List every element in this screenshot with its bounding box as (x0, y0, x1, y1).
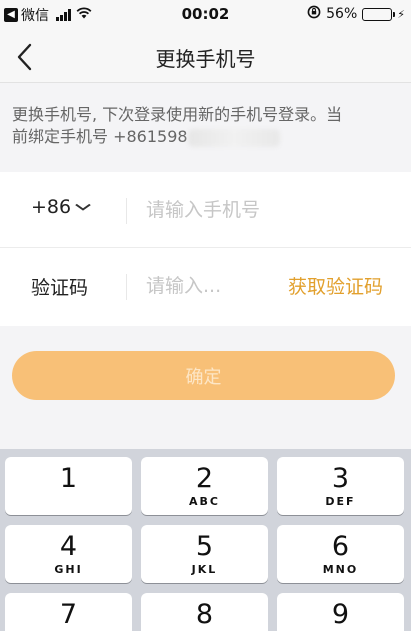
current-phone-prefix: 前绑定手机号 +861598 (12, 127, 188, 146)
key-letters: MNO (322, 563, 359, 576)
field-divider (126, 198, 127, 224)
key-8[interactable]: 8 (141, 593, 268, 631)
code-label: 验证码 (31, 277, 89, 299)
key-digit: 4 (59, 531, 78, 562)
battery-percent: 56% (326, 6, 358, 22)
country-code-select[interactable]: +86 (31, 196, 92, 218)
notice-line-2: 前绑定手机号 +861598 (12, 126, 402, 148)
country-code-value: +86 (31, 196, 72, 218)
key-7[interactable]: 7 (5, 593, 132, 631)
verification-code-input[interactable] (146, 270, 266, 302)
notice-text: 更换手机号, 下次登录使用新的手机号登录。当 前绑定手机号 +861598 (12, 104, 402, 148)
key-digit: 7 (59, 599, 78, 630)
phone-input[interactable] (146, 194, 376, 226)
masked-phone-digits (187, 128, 280, 147)
key-3[interactable]: 3 DEF (277, 457, 404, 515)
code-row: 验证码 获取验证码 (0, 248, 411, 326)
key-letters: DEF (325, 495, 356, 508)
notice-line-1: 更换手机号, 下次登录使用新的手机号登录。当 (12, 105, 343, 124)
key-letters: ABC (189, 495, 220, 508)
key-digit: 5 (195, 531, 214, 562)
phone-row: +86 (0, 172, 411, 248)
key-digit: 8 (195, 599, 214, 630)
status-right: 56% ⚡ (307, 5, 405, 23)
key-5[interactable]: 5 JKL (141, 525, 268, 583)
key-letters: GHI (54, 563, 83, 576)
key-digit: 2 (195, 463, 214, 494)
field-divider (126, 274, 127, 300)
numeric-keyboard: 1 2 ABC 3 DEF 4 GHI 5 JKL 6 MNO 7 8 9 (0, 449, 411, 631)
phone-form: +86 验证码 获取验证码 (0, 172, 411, 326)
key-letters: JKL (191, 563, 218, 576)
nav-bar: 更换手机号 (0, 30, 411, 83)
key-4[interactable]: 4 GHI (5, 525, 132, 583)
status-bar: ◀ 微信 00:02 56% ⚡ (0, 0, 411, 30)
chevron-down-icon (75, 200, 92, 214)
page-title: 更换手机号 (155, 47, 256, 71)
key-1[interactable]: 1 (5, 457, 132, 515)
key-9[interactable]: 9 (277, 593, 404, 631)
key-digit: 6 (331, 531, 350, 562)
orientation-lock-icon (307, 5, 321, 23)
confirm-button[interactable]: 确定 (12, 351, 395, 400)
key-digit: 1 (59, 463, 78, 494)
charging-bolt-icon: ⚡ (397, 7, 405, 21)
key-6[interactable]: 6 MNO (277, 525, 404, 583)
battery-icon (362, 7, 396, 21)
key-2[interactable]: 2 ABC (141, 457, 268, 515)
key-digit: 9 (331, 599, 350, 630)
key-digit: 3 (331, 463, 350, 494)
get-code-button[interactable]: 获取验证码 (288, 272, 383, 299)
